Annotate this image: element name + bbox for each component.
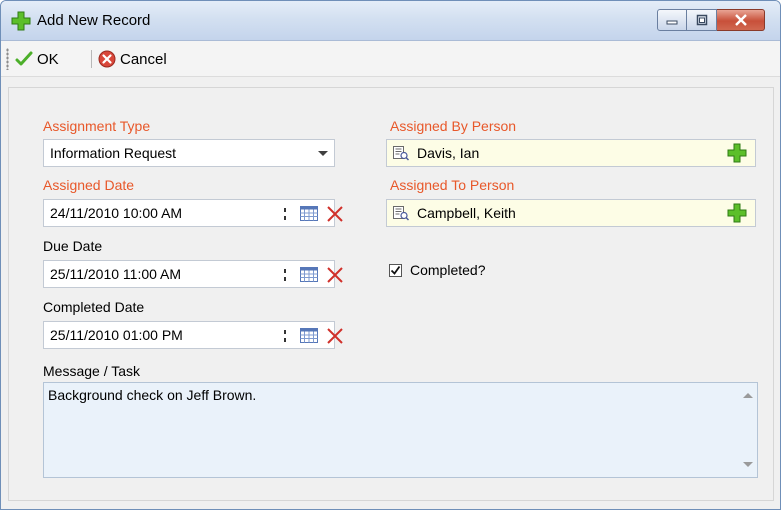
assignment-type-value: Information Request [50, 145, 177, 161]
add-person-icon[interactable] [727, 143, 747, 163]
clear-icon[interactable] [326, 205, 344, 223]
lookup-icon[interactable] [393, 146, 409, 161]
checkmark-icon [15, 51, 33, 66]
window-title: Add New Record [37, 12, 151, 29]
maximize-button[interactable] [687, 9, 717, 31]
assigned-by-lookup[interactable]: Davis, Ian [386, 139, 756, 167]
assignment-type-dropdown[interactable]: Information Request [43, 139, 335, 167]
cancel-button[interactable]: Cancel [98, 47, 167, 71]
assigned-date-value: 24/11/2010 10:00 AM [50, 205, 183, 221]
ok-label: OK [37, 50, 59, 68]
assigned-to-label: Assigned To Person [390, 177, 515, 193]
add-person-icon[interactable] [727, 203, 747, 223]
clear-icon[interactable] [326, 327, 344, 345]
toolbar-separator [91, 50, 92, 68]
minimize-button[interactable] [657, 9, 687, 31]
calendar-icon[interactable] [300, 206, 318, 221]
spinner-icon[interactable] [281, 205, 289, 223]
spinner-icon[interactable] [281, 327, 289, 345]
assigned-date-picker[interactable]: 24/11/2010 10:00 AM [43, 199, 343, 227]
minimize-icon [666, 20, 678, 25]
ok-button[interactable]: OK [15, 47, 59, 71]
close-button[interactable] [717, 9, 765, 31]
assigned-to-value: Campbell, Keith [417, 205, 516, 221]
cancel-label: Cancel [120, 50, 167, 68]
completed-checkbox-label: Completed? [410, 262, 486, 278]
calendar-icon[interactable] [300, 267, 318, 282]
close-icon [734, 14, 747, 26]
scroll-down-icon[interactable] [743, 462, 753, 467]
green-plus-icon [11, 11, 31, 31]
toolbar: OK Cancel [1, 41, 780, 77]
assignment-type-label: Assignment Type [43, 118, 151, 134]
message-scrollbar[interactable] [739, 383, 757, 477]
chevron-down-icon[interactable] [318, 151, 328, 156]
message-label: Message / Task [43, 363, 141, 379]
completed-checkbox[interactable] [389, 264, 402, 277]
completed-date-picker[interactable]: 25/11/2010 01:00 PM [43, 321, 343, 349]
title-bar[interactable]: Add New Record [1, 1, 780, 41]
due-date-picker[interactable]: 25/11/2010 11:00 AM [43, 260, 343, 288]
spinner-icon[interactable] [281, 266, 289, 284]
lookup-icon[interactable] [393, 206, 409, 221]
completed-date-value: 25/11/2010 01:00 PM [50, 327, 183, 343]
scroll-up-icon[interactable] [743, 393, 753, 398]
check-icon [390, 265, 401, 275]
maximize-icon [696, 14, 707, 26]
clear-icon[interactable] [326, 266, 344, 284]
form-panel: Assignment Type Information Request Assi… [8, 87, 774, 501]
message-textarea[interactable]: Background check on Jeff Brown. [43, 382, 758, 478]
assigned-by-value: Davis, Ian [417, 145, 480, 161]
calendar-icon[interactable] [300, 328, 318, 343]
toolbar-grip[interactable] [6, 48, 9, 70]
cancel-icon [98, 50, 116, 68]
due-date-label: Due Date [43, 238, 103, 254]
completed-date-label: Completed Date [43, 299, 145, 315]
assigned-date-label: Assigned Date [43, 177, 135, 193]
add-new-record-window: Add New Record OK Cancel Assignment Type… [0, 0, 781, 510]
message-value: Background check on Jeff Brown. [48, 387, 257, 403]
assigned-to-lookup[interactable]: Campbell, Keith [386, 199, 756, 227]
assigned-by-label: Assigned By Person [390, 118, 517, 134]
due-date-value: 25/11/2010 11:00 AM [50, 266, 182, 282]
